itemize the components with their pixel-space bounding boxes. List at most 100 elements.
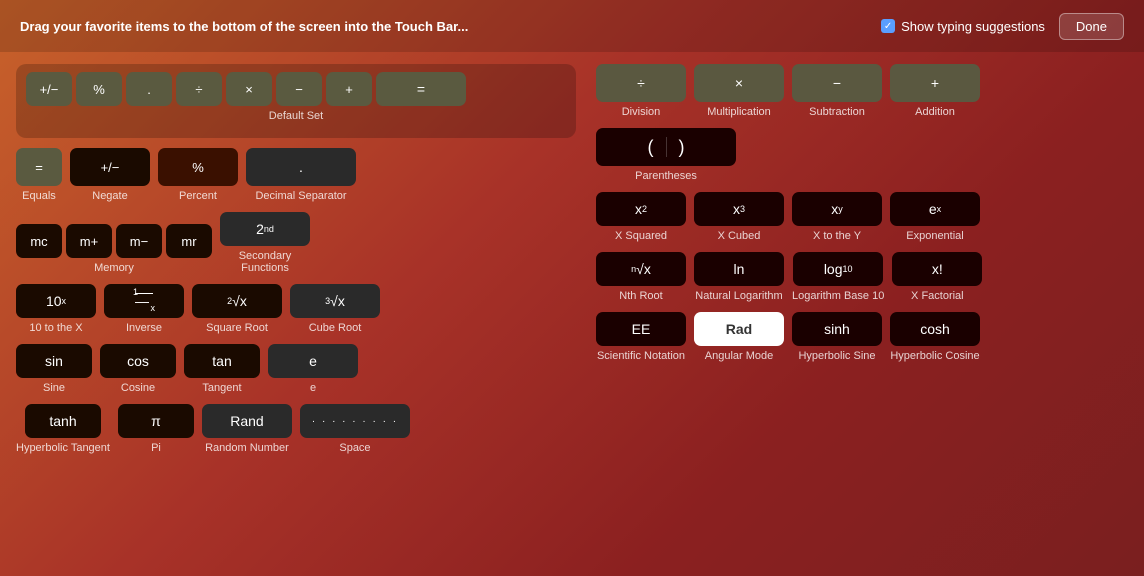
key-secondary[interactable]: 2nd	[220, 212, 310, 246]
row-trig-right: EE Scientific Notation Rad Angular Mode …	[596, 312, 1128, 362]
key-add-default[interactable]: +	[326, 72, 372, 106]
key-10x[interactable]: 10x	[16, 284, 96, 318]
key-nthroot[interactable]: n√x	[596, 252, 686, 286]
label-xcubed: X Cubed	[718, 230, 761, 242]
key-xsquared[interactable]: x2	[596, 192, 686, 226]
item-percent: % Percent	[158, 148, 238, 202]
item-sinh: sinh Hyperbolic Sine	[792, 312, 882, 362]
label-factorial: X Factorial	[911, 290, 964, 302]
item-inverse: 1—x Inverse	[104, 284, 184, 334]
key-tanh[interactable]: tanh	[25, 404, 101, 438]
key-sinh[interactable]: sinh	[792, 312, 882, 346]
row-log-left: 10x 10 to the X 1—x Inverse 2√x Square R…	[16, 284, 576, 334]
label-multiplication: Multiplication	[707, 106, 771, 118]
item-memory: mc m+ m− mr Memory	[16, 224, 212, 274]
item-xsquared: x2 X Squared	[596, 192, 686, 242]
key-parentheses[interactable]: ( )	[596, 128, 736, 166]
item-subtraction: − Subtraction	[792, 64, 882, 118]
show-typing-checkbox[interactable]: ✓	[881, 19, 895, 33]
key-xcubed[interactable]: x3	[694, 192, 784, 226]
key-subtract-default[interactable]: −	[276, 72, 322, 106]
key-equals[interactable]: =	[16, 148, 62, 186]
show-typing-option[interactable]: ✓ Show typing suggestions	[881, 19, 1045, 34]
key-sqroot[interactable]: 2√x	[192, 284, 282, 318]
label-tan: Tangent	[202, 382, 241, 394]
item-sin: sin Sine	[16, 344, 92, 394]
done-button[interactable]: Done	[1059, 13, 1124, 40]
key-cuberoot[interactable]: 3√x	[290, 284, 380, 318]
key-mplus[interactable]: m+	[66, 224, 112, 258]
key-inverse[interactable]: 1—x	[104, 284, 184, 318]
key-division[interactable]: ÷	[596, 64, 686, 102]
label-percent: Percent	[179, 190, 217, 202]
item-xtoy: xy X to the Y	[792, 192, 882, 242]
key-factorial[interactable]: x!	[892, 252, 982, 286]
label-rad: Angular Mode	[705, 350, 774, 362]
item-exp: ex Exponential	[890, 192, 980, 242]
instruction-text: Drag your favorite items to the bottom o…	[20, 19, 468, 34]
item-ln: ln Natural Logarithm	[694, 252, 784, 302]
key-plusminus[interactable]: +/−	[26, 72, 72, 106]
key-divide-default[interactable]: ÷	[176, 72, 222, 106]
paren-open: (	[648, 137, 654, 158]
key-tan[interactable]: tan	[184, 344, 260, 378]
key-e[interactable]: e	[268, 344, 358, 378]
key-negate[interactable]: +/−	[70, 148, 150, 186]
key-ee[interactable]: EE	[596, 312, 686, 346]
label-addition: Addition	[915, 106, 955, 118]
item-cos: cos Cosine	[100, 344, 176, 394]
item-division: ÷ Division	[596, 64, 686, 118]
key-decimal-default[interactable]: .	[126, 72, 172, 106]
item-multiplication: × Multiplication	[694, 64, 784, 118]
label-secondary: SecondaryFunctions	[239, 250, 292, 274]
key-ln[interactable]: ln	[694, 252, 784, 286]
row-operators: ÷ Division × Multiplication − Subtractio…	[596, 64, 1128, 118]
label-sinh: Hyperbolic Sine	[798, 350, 875, 362]
key-space[interactable]: · · · · · · · · ·	[300, 404, 410, 438]
key-equals-default[interactable]: =	[376, 72, 466, 106]
key-xtoy[interactable]: xy	[792, 192, 882, 226]
key-decimal[interactable]: .	[246, 148, 356, 186]
key-pi[interactable]: π	[118, 404, 194, 438]
key-multiply-default[interactable]: ×	[226, 72, 272, 106]
item-secondary: 2nd SecondaryFunctions	[220, 212, 310, 274]
key-multiplication[interactable]: ×	[694, 64, 784, 102]
item-ee: EE Scientific Notation	[596, 312, 686, 362]
label-nthroot: Nth Root	[619, 290, 662, 302]
key-percent-default[interactable]: %	[76, 72, 122, 106]
row-memory: mc m+ m− mr Memory 2nd SecondaryFunction…	[16, 212, 576, 274]
key-exp[interactable]: ex	[890, 192, 980, 226]
key-mminus[interactable]: m−	[116, 224, 162, 258]
key-rand[interactable]: Rand	[202, 404, 292, 438]
key-mr[interactable]: mr	[166, 224, 212, 258]
label-cosh: Hyperbolic Cosine	[890, 350, 979, 362]
default-set-container: +/− % . ÷ × − + = Default Set	[16, 64, 576, 138]
item-factorial: x! X Factorial	[892, 252, 982, 302]
row-parens: ( ) Parentheses	[596, 128, 1128, 182]
item-decimal: . Decimal Separator	[246, 148, 356, 202]
item-addition: + Addition	[890, 64, 980, 118]
key-percent[interactable]: %	[158, 148, 238, 186]
key-addition[interactable]: +	[890, 64, 980, 102]
label-sin: Sine	[43, 382, 65, 394]
header: Drag your favorite items to the bottom o…	[0, 0, 1144, 52]
paren-close: )	[679, 137, 685, 158]
item-equals: = Equals	[16, 148, 62, 202]
item-xcubed: x3 X Cubed	[694, 192, 784, 242]
key-subtraction[interactable]: −	[792, 64, 882, 102]
item-rand: Rand Random Number	[202, 404, 292, 454]
label-negate: Negate	[92, 190, 127, 202]
label-log10: Logarithm Base 10	[792, 290, 884, 302]
row-trig-left: sin Sine cos Cosine tan Tangent e e	[16, 344, 576, 394]
label-division: Division	[622, 106, 661, 118]
label-space: Space	[339, 442, 370, 454]
key-log10[interactable]: log10	[793, 252, 883, 286]
key-sin[interactable]: sin	[16, 344, 92, 378]
key-cosh[interactable]: cosh	[890, 312, 980, 346]
item-cuberoot: 3√x Cube Root	[290, 284, 380, 334]
content-area: +/− % . ÷ × − + = Default Set = Equals +…	[0, 52, 1144, 476]
key-cos[interactable]: cos	[100, 344, 176, 378]
key-mc[interactable]: mc	[16, 224, 62, 258]
key-rad[interactable]: Rad	[694, 312, 784, 346]
label-cos: Cosine	[121, 382, 155, 394]
